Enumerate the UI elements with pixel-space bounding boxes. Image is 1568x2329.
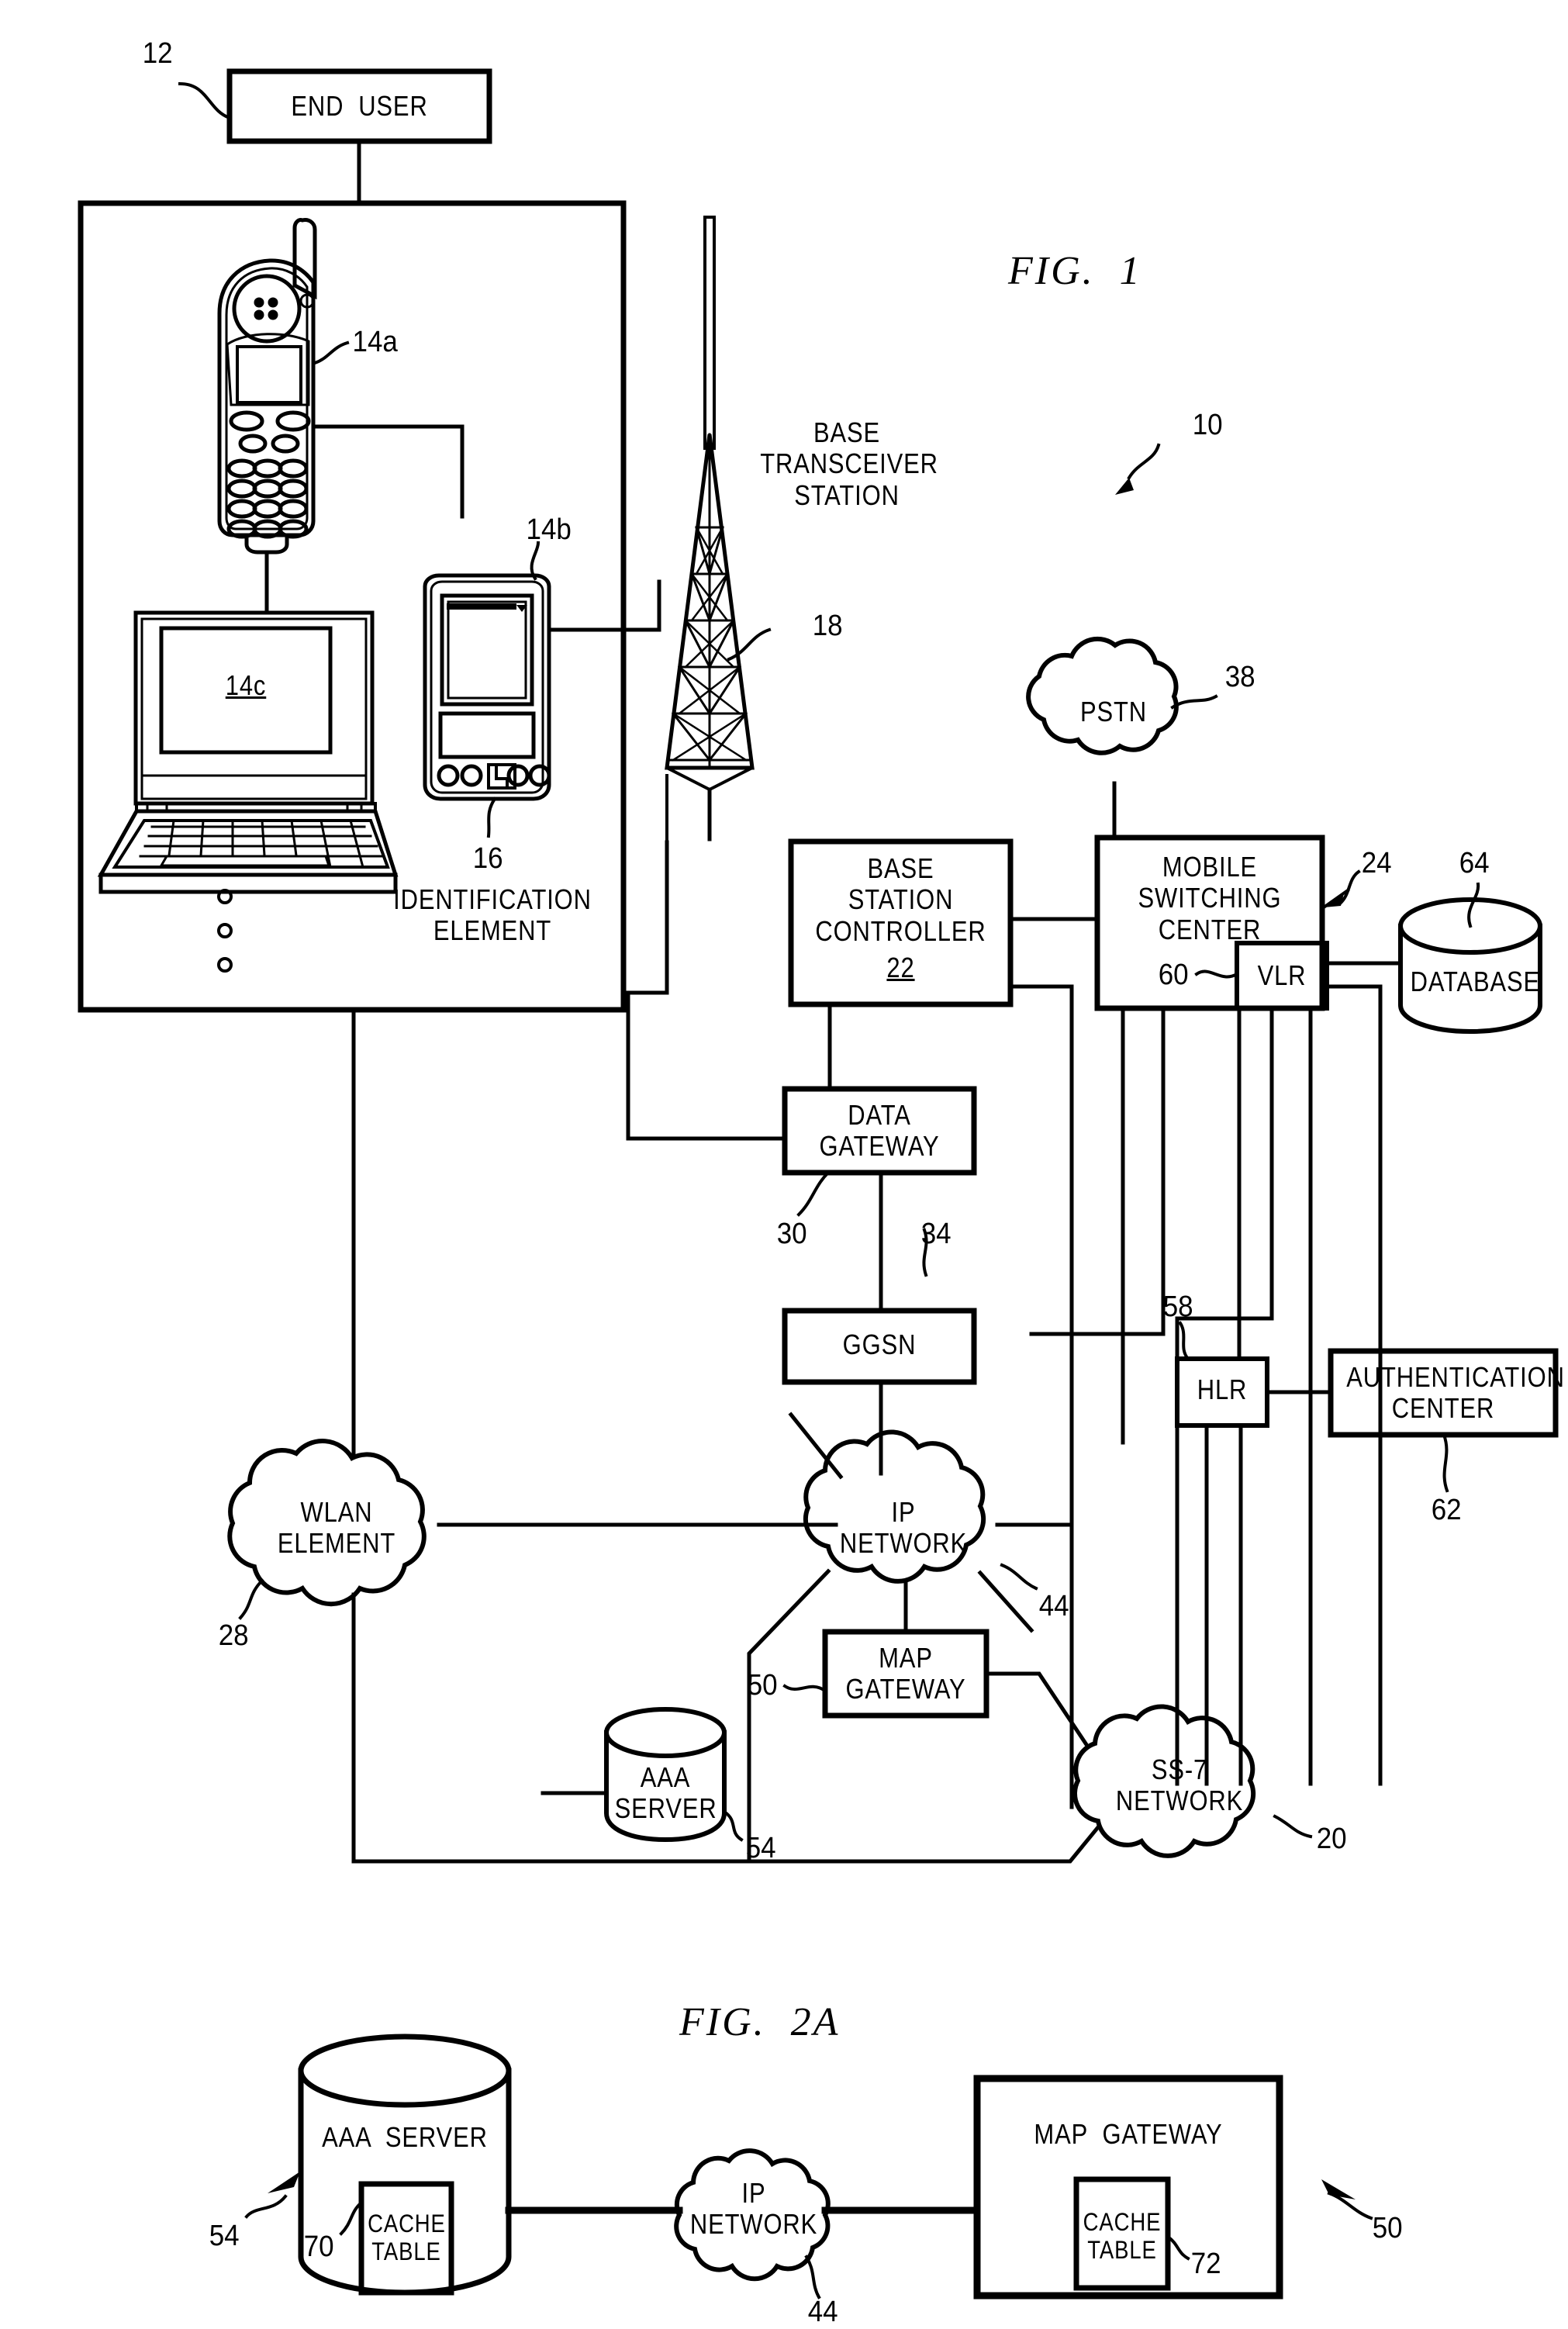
ipnet-upleft-line — [788, 1412, 844, 1480]
ss7-network-label: SS-7 NETWORK — [1115, 1754, 1244, 1817]
msc-label: MOBILE SWITCHING CENTER — [1138, 851, 1282, 945]
bts-label: BASE TRANSCEIVER STATION — [760, 416, 938, 511]
fig2a-ref-50: 50 — [1372, 2212, 1403, 2244]
pda-graphic — [423, 573, 551, 801]
ref-leader-38 — [1170, 694, 1218, 710]
ipnet-downleft-line — [747, 1568, 831, 1864]
ref-leader-24 — [1338, 869, 1361, 906]
wlan-element-label: WLAN ELEMENT — [277, 1496, 396, 1560]
ref-28: 28 — [218, 1619, 249, 1652]
laptop-screen-label: 14c — [225, 669, 267, 701]
vlr-label: VLR — [1257, 959, 1307, 991]
data-gateway-label: DATA GATEWAY — [819, 1099, 940, 1163]
device-ellipsis — [217, 889, 233, 973]
ref-54-arrowhead — [268, 2172, 300, 2193]
ref-leader-60 — [1194, 969, 1239, 979]
ref-44: 44 — [1038, 1590, 1069, 1622]
bsc-to-ss7-line — [1008, 984, 1074, 1809]
ip-network-label: IP NETWORK — [839, 1496, 968, 1560]
phone-to-pda-line — [311, 424, 465, 519]
ref-leader-44b — [804, 2255, 821, 2300]
ref-leader-58 — [1178, 1321, 1190, 1361]
aaa-server-label: AAA SERVER — [614, 1761, 717, 1825]
ref-34: 34 — [920, 1218, 952, 1250]
ref-14a: 14a — [352, 326, 398, 358]
ref-leader-64 — [1467, 882, 1480, 928]
ref-leader-70 — [339, 2200, 364, 2236]
fig2a-aaa-cache-label: CACHE TABLE — [368, 2210, 446, 2265]
auth-center-label: AUTHENTICATION CENTER — [1346, 1361, 1565, 1425]
ref-16: 16 — [472, 842, 503, 875]
ref-18: 18 — [812, 610, 843, 642]
ref-leader-54 — [722, 1809, 744, 1842]
ref-leader-16 — [486, 796, 497, 838]
ref-leader-20 — [1273, 1814, 1313, 1839]
mobile-phone-graphic — [217, 218, 317, 555]
ref-leader-14b — [530, 541, 541, 581]
ref-20: 20 — [1316, 1823, 1347, 1855]
ref-leader-54b — [244, 2194, 288, 2219]
fig2a-ref-72: 72 — [1190, 2248, 1221, 2280]
ref-24: 24 — [1361, 847, 1392, 879]
fig2a-ref-54: 54 — [209, 2220, 240, 2252]
fig2a-map-gateway-label: MAP GATEWAY — [1034, 2118, 1223, 2150]
map-gateway-label: MAP GATEWAY — [845, 1642, 966, 1705]
ref-leader-12 — [178, 81, 232, 120]
patent-drawing-sheet: FIG. 1 10 END USER 12 14a 14b 14c 16 IDE… — [0, 0, 1568, 2328]
ref-leader-30 — [796, 1170, 831, 1217]
identification-element-label: IDENTIFICATION ELEMENT — [393, 883, 592, 947]
ref-22: 22 — [886, 952, 915, 983]
ref-58: 58 — [1162, 1291, 1193, 1323]
ref-leader-14a — [313, 340, 350, 365]
bottom-bus-to-ss7 — [897, 1824, 1101, 1864]
ref-leader-28 — [238, 1578, 264, 1620]
ref-leader-50 — [782, 1684, 827, 1693]
ggsn-label: GGSN — [842, 1329, 917, 1360]
laptop-graphic — [97, 610, 399, 894]
pda-to-bts-line — [547, 579, 661, 632]
pstn-label: PSTN — [1079, 696, 1147, 727]
fig2a-ip-network-label: IP NETWORK — [689, 2177, 818, 2241]
msc-down-line-d — [1029, 1006, 1166, 1336]
fig1-title: FIG. 1 — [1008, 249, 1142, 293]
diagram-vector-layer — [78, 68, 1559, 2300]
fig2a-ref-44: 44 — [807, 2296, 838, 2328]
fig2a-map-cache-label: CACHE TABLE — [1083, 2208, 1162, 2264]
bsc-label: BASE STATION CONTROLLER — [815, 852, 986, 947]
database-label: DATABASE — [1410, 966, 1541, 997]
ref-64: 64 — [1459, 847, 1490, 879]
hlr-label: HLR — [1197, 1374, 1248, 1405]
end-user-label: END USER — [291, 90, 428, 122]
ref-leader-44 — [1000, 1563, 1038, 1591]
ref-leader-62 — [1442, 1432, 1449, 1493]
ref-60: 60 — [1158, 959, 1189, 991]
ref-54: 54 — [745, 1832, 776, 1864]
bts-tower-graphic — [665, 216, 755, 792]
ref-50: 50 — [747, 1669, 778, 1702]
ref-leader-72 — [1166, 2234, 1190, 2261]
fig2a-ref-70: 70 — [303, 2231, 334, 2263]
fig2a-aaa-server-label: AAA SERVER — [322, 2121, 488, 2153]
fig2a-title: FIG. 2A — [679, 2000, 841, 2044]
bts-to-datagw-line — [626, 840, 787, 1141]
ref-38: 38 — [1224, 661, 1255, 693]
fig1-system-ref: 10 — [1192, 409, 1223, 441]
ref-12: 12 — [142, 37, 173, 70]
ref-62: 62 — [1431, 1494, 1462, 1526]
ref-10-leader — [1127, 443, 1161, 480]
ref-30: 30 — [776, 1218, 807, 1250]
ref-14b: 14b — [526, 513, 572, 546]
